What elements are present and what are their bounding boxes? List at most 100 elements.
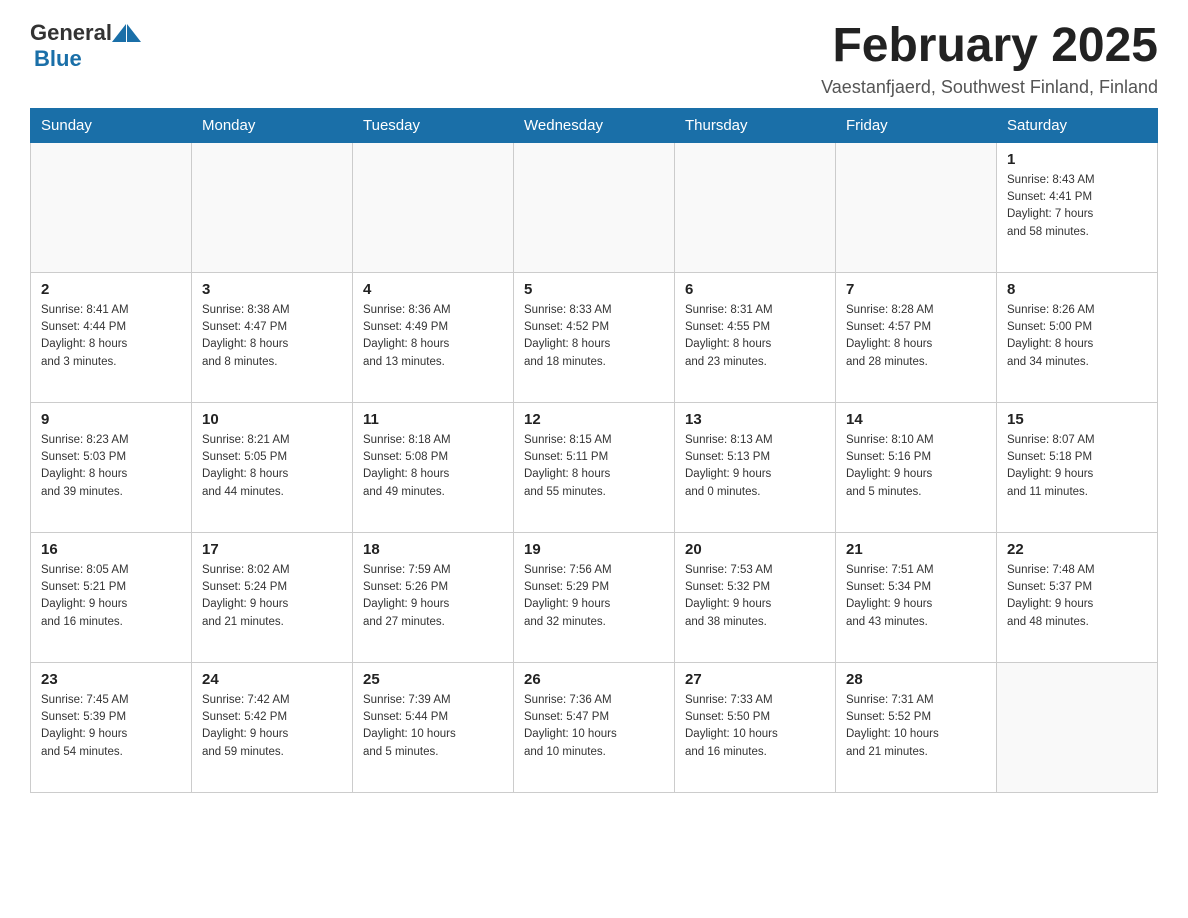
calendar-cell	[675, 142, 836, 272]
calendar-cell: 16 Sunrise: 8:05 AMSunset: 5:21 PMDayligh…	[31, 532, 192, 662]
calendar-table: SundayMondayTuesdayWednesdayThursdayFrid…	[30, 108, 1158, 793]
calendar-cell: 4 Sunrise: 8:36 AMSunset: 4:49 PMDaylight…	[353, 272, 514, 402]
calendar-cell: 2 Sunrise: 8:41 AMSunset: 4:44 PMDaylight…	[31, 272, 192, 402]
calendar-cell: 24 Sunrise: 7:42 AMSunset: 5:42 PMDayligh…	[192, 662, 353, 792]
day-number: 2	[41, 281, 181, 298]
calendar-day-header: Saturday	[997, 108, 1158, 142]
day-info: Sunrise: 7:53 AMSunset: 5:32 PMDaylight:…	[685, 562, 825, 631]
day-info: Sunrise: 7:36 AMSunset: 5:47 PMDaylight:…	[524, 692, 664, 761]
calendar-cell: 17 Sunrise: 8:02 AMSunset: 5:24 PMDayligh…	[192, 532, 353, 662]
calendar-cell: 25 Sunrise: 7:39 AMSunset: 5:44 PMDayligh…	[353, 662, 514, 792]
day-info: Sunrise: 8:15 AMSunset: 5:11 PMDaylight:…	[524, 432, 664, 501]
calendar-cell: 13 Sunrise: 8:13 AMSunset: 5:13 PMDayligh…	[675, 402, 836, 532]
day-info: Sunrise: 7:48 AMSunset: 5:37 PMDaylight:…	[1007, 562, 1147, 631]
day-info: Sunrise: 7:59 AMSunset: 5:26 PMDaylight:…	[363, 562, 503, 631]
day-number: 16	[41, 541, 181, 558]
calendar-cell	[997, 662, 1158, 792]
month-title: February 2025	[821, 20, 1158, 73]
day-info: Sunrise: 7:33 AMSunset: 5:50 PMDaylight:…	[685, 692, 825, 761]
calendar-day-header: Wednesday	[514, 108, 675, 142]
day-info: Sunrise: 8:28 AMSunset: 4:57 PMDaylight:…	[846, 302, 986, 371]
logo-icon	[112, 24, 141, 42]
calendar-cell: 15Sunrise: 8:07 AMSunset: 5:18 PMDayligh…	[997, 402, 1158, 532]
calendar-day-header: Tuesday	[353, 108, 514, 142]
calendar-cell	[192, 142, 353, 272]
calendar-header-row: SundayMondayTuesdayWednesdayThursdayFrid…	[31, 108, 1158, 142]
day-number: 25	[363, 671, 503, 688]
title-block: February 2025 Vaestanfjaerd, Southwest F…	[821, 20, 1158, 98]
day-info: Sunrise: 8:33 AMSunset: 4:52 PMDaylight:…	[524, 302, 664, 371]
day-number: 8	[1007, 281, 1147, 298]
calendar-week-row: 16 Sunrise: 8:05 AMSunset: 5:21 PMDayligh…	[31, 532, 1158, 662]
calendar-day-header: Monday	[192, 108, 353, 142]
day-info: Sunrise: 7:42 AMSunset: 5:42 PMDaylight:…	[202, 692, 342, 761]
day-info: Sunrise: 7:31 AMSunset: 5:52 PMDaylight:…	[846, 692, 986, 761]
day-number: 14	[846, 411, 986, 428]
day-number: 17	[202, 541, 342, 558]
day-info: Sunrise: 8:43 AMSunset: 4:41 PMDaylight:…	[1007, 172, 1147, 241]
day-info: Sunrise: 8:26 AMSunset: 5:00 PMDaylight:…	[1007, 302, 1147, 371]
day-number: 27	[685, 671, 825, 688]
calendar-cell: 10 Sunrise: 8:21 AMSunset: 5:05 PMDayligh…	[192, 402, 353, 532]
logo: General Blue	[30, 20, 141, 72]
calendar-cell: 27 Sunrise: 7:33 AMSunset: 5:50 PMDayligh…	[675, 662, 836, 792]
calendar-cell: 19 Sunrise: 7:56 AMSunset: 5:29 PMDayligh…	[514, 532, 675, 662]
day-info: Sunrise: 7:39 AMSunset: 5:44 PMDaylight:…	[363, 692, 503, 761]
day-info: Sunrise: 8:21 AMSunset: 5:05 PMDaylight:…	[202, 432, 342, 501]
day-info: Sunrise: 7:45 AMSunset: 5:39 PMDaylight:…	[41, 692, 181, 761]
day-number: 9	[41, 411, 181, 428]
day-number: 20	[685, 541, 825, 558]
day-number: 3	[202, 281, 342, 298]
day-info: Sunrise: 8:23 AMSunset: 5:03 PMDaylight:…	[41, 432, 181, 501]
day-number: 10	[202, 411, 342, 428]
logo-blue-text: Blue	[34, 46, 82, 72]
calendar-day-header: Friday	[836, 108, 997, 142]
day-number: 21	[846, 541, 986, 558]
day-number: 26	[524, 671, 664, 688]
day-number: 18	[363, 541, 503, 558]
day-info: Sunrise: 7:56 AMSunset: 5:29 PMDaylight:…	[524, 562, 664, 631]
calendar-cell: 18 Sunrise: 7:59 AMSunset: 5:26 PMDayligh…	[353, 532, 514, 662]
day-info: Sunrise: 8:05 AMSunset: 5:21 PMDaylight:…	[41, 562, 181, 631]
calendar-cell: 6 Sunrise: 8:31 AMSunset: 4:55 PMDaylight…	[675, 272, 836, 402]
logo-general-text: General	[30, 20, 112, 46]
calendar-day-header: Sunday	[31, 108, 192, 142]
calendar-cell: 22Sunrise: 7:48 AMSunset: 5:37 PMDayligh…	[997, 532, 1158, 662]
day-number: 28	[846, 671, 986, 688]
day-number: 13	[685, 411, 825, 428]
day-info: Sunrise: 8:41 AMSunset: 4:44 PMDaylight:…	[41, 302, 181, 371]
location-subtitle: Vaestanfjaerd, Southwest Finland, Finlan…	[821, 77, 1158, 98]
day-number: 11	[363, 411, 503, 428]
day-info: Sunrise: 8:36 AMSunset: 4:49 PMDaylight:…	[363, 302, 503, 371]
calendar-cell	[353, 142, 514, 272]
day-number: 4	[363, 281, 503, 298]
calendar-cell: 20 Sunrise: 7:53 AMSunset: 5:32 PMDayligh…	[675, 532, 836, 662]
calendar-cell: 26 Sunrise: 7:36 AMSunset: 5:47 PMDayligh…	[514, 662, 675, 792]
day-info: Sunrise: 8:10 AMSunset: 5:16 PMDaylight:…	[846, 432, 986, 501]
calendar-cell: 11 Sunrise: 8:18 AMSunset: 5:08 PMDayligh…	[353, 402, 514, 532]
calendar-cell: 1 Sunrise: 8:43 AMSunset: 4:41 PMDaylight…	[997, 142, 1158, 272]
calendar-cell: 8 Sunrise: 8:26 AMSunset: 5:00 PMDaylight…	[997, 272, 1158, 402]
day-number: 23	[41, 671, 181, 688]
calendar-cell: 3 Sunrise: 8:38 AMSunset: 4:47 PMDaylight…	[192, 272, 353, 402]
day-info: Sunrise: 8:38 AMSunset: 4:47 PMDaylight:…	[202, 302, 342, 371]
day-info: Sunrise: 8:13 AMSunset: 5:13 PMDaylight:…	[685, 432, 825, 501]
day-number: 15	[1007, 411, 1147, 428]
calendar-week-row: 1 Sunrise: 8:43 AMSunset: 4:41 PMDaylight…	[31, 142, 1158, 272]
calendar-cell: 9 Sunrise: 8:23 AMSunset: 5:03 PMDaylight…	[31, 402, 192, 532]
page-header: General Blue February 2025 Vaestanfjaerd…	[30, 20, 1158, 98]
day-info: Sunrise: 8:02 AMSunset: 5:24 PMDaylight:…	[202, 562, 342, 631]
day-info: Sunrise: 8:18 AMSunset: 5:08 PMDaylight:…	[363, 432, 503, 501]
calendar-cell	[514, 142, 675, 272]
day-number: 6	[685, 281, 825, 298]
day-info: Sunrise: 7:51 AMSunset: 5:34 PMDaylight:…	[846, 562, 986, 631]
day-number: 24	[202, 671, 342, 688]
day-number: 1	[1007, 151, 1147, 168]
day-number: 19	[524, 541, 664, 558]
day-number: 12	[524, 411, 664, 428]
calendar-cell	[836, 142, 997, 272]
calendar-week-row: 2 Sunrise: 8:41 AMSunset: 4:44 PMDaylight…	[31, 272, 1158, 402]
day-info: Sunrise: 8:31 AMSunset: 4:55 PMDaylight:…	[685, 302, 825, 371]
calendar-cell: 5Sunrise: 8:33 AMSunset: 4:52 PMDaylight…	[514, 272, 675, 402]
calendar-cell: 7Sunrise: 8:28 AMSunset: 4:57 PMDaylight…	[836, 272, 997, 402]
